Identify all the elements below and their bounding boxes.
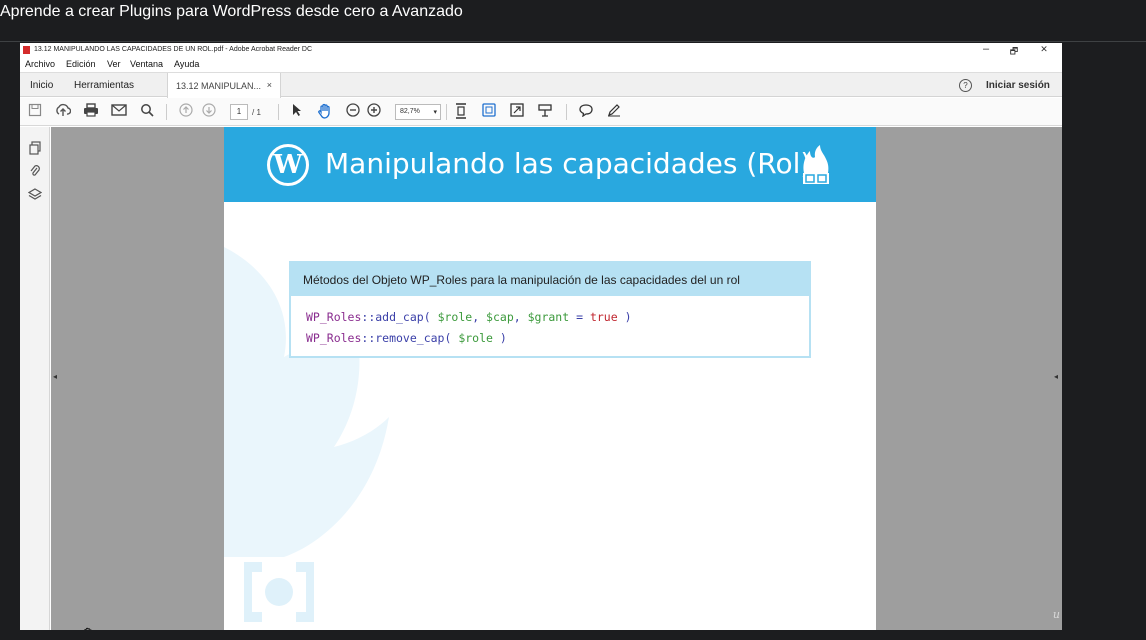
pages-icon[interactable] <box>28 141 42 155</box>
attachment-icon[interactable] <box>28 164 42 178</box>
fit-height-icon[interactable] <box>452 103 470 121</box>
page-total: / 1 <box>252 108 261 117</box>
menu-ayuda[interactable]: Ayuda <box>174 59 199 69</box>
slide-banner: W Manipulando las capacidades (Rol) <box>224 127 876 202</box>
search-icon[interactable] <box>138 103 156 121</box>
zoom-in-icon[interactable] <box>365 103 383 121</box>
layers-icon[interactable] <box>27 188 43 202</box>
toolbar-separator <box>278 104 279 120</box>
scrollbar[interactable]: ◂ <box>1046 127 1062 630</box>
code-class: WP_Roles <box>306 331 362 345</box>
fit-page-icon[interactable] <box>480 103 498 121</box>
left-panel <box>20 127 50 630</box>
page-number-input[interactable]: 1 <box>230 104 248 120</box>
close-button[interactable]: ✕ <box>1034 44 1054 55</box>
wordpress-logo-icon: W <box>267 144 309 186</box>
card-heading: Métodos del Objeto WP_Roles para la mani… <box>291 263 809 296</box>
signin-link[interactable]: Iniciar sesión <box>986 80 1050 91</box>
close-tab-icon[interactable]: × <box>267 80 272 90</box>
toolbar: 1 / 1 82,7% ▾ <box>20 98 1062 126</box>
upload-icon[interactable] <box>54 103 72 121</box>
read-mode-icon[interactable] <box>536 103 554 121</box>
code-method: ::add_cap( <box>361 310 438 324</box>
slide-title: Manipulando las capacidades (Rol) <box>325 147 812 180</box>
menu-edicion[interactable]: Edición <box>66 59 96 69</box>
save-icon[interactable] <box>26 103 44 121</box>
page-down-icon[interactable] <box>200 103 218 121</box>
email-icon[interactable] <box>110 103 128 121</box>
pdf-icon <box>23 46 30 54</box>
print-icon[interactable] <box>82 103 100 121</box>
code-method: ::remove_cap( <box>361 331 459 345</box>
minimize-button[interactable]: – <box>976 43 996 55</box>
toolbar-separator <box>166 104 167 120</box>
page-up-icon[interactable] <box>177 103 195 121</box>
pdf-page: W Manipulando las capacidades (Rol) Méto… <box>224 127 876 630</box>
code-keyword: true <box>589 310 618 324</box>
collapse-left-icon[interactable]: ◂ <box>53 372 57 381</box>
course-title: Aprende a crear Plugins para WordPress d… <box>0 3 463 20</box>
code-close: ) <box>492 331 507 345</box>
code-class: WP_Roles <box>306 310 362 324</box>
select-cursor-icon[interactable] <box>288 103 306 121</box>
hand-icon[interactable] <box>316 103 334 121</box>
code-separator: , <box>513 310 528 324</box>
code-variable: $role <box>437 310 473 324</box>
menu-ventana[interactable]: Ventana <box>130 59 163 69</box>
window-title: 13.12 MANIPULANDO LAS CAPACIDADES DE UN … <box>34 46 313 53</box>
collapse-right-icon[interactable]: ◂ <box>1054 372 1058 381</box>
pen-icon[interactable] <box>605 103 623 121</box>
tab-bar: Inicio Herramientas 13.12 MANIPULAN... ×… <box>20 72 1062 98</box>
code-line: WP_Roles::add_cap( $role, $cap, $grant =… <box>306 307 632 328</box>
code-block: WP_Roles::add_cap( $role, $cap, $grant =… <box>306 307 632 349</box>
code-variable: $grant <box>527 310 570 324</box>
code-variable: $role <box>458 331 493 345</box>
brand-logo-icon <box>803 145 829 184</box>
help-icon[interactable]: ? <box>959 79 972 92</box>
toolbar-separator <box>566 104 567 120</box>
course-header: Aprende a crear Plugins para WordPress d… <box>0 0 1146 42</box>
comment-icon[interactable] <box>577 103 595 121</box>
zoom-value: 82,7% <box>400 108 420 115</box>
hand-cursor-icon <box>81 627 95 630</box>
code-line: WP_Roles::remove_cap( $role ) <box>306 328 632 349</box>
udemy-watermark-icon: u <box>1052 608 1060 621</box>
menu-ver[interactable]: Ver <box>107 59 121 69</box>
code-variable: $cap <box>486 310 514 324</box>
menu-archivo[interactable]: Archivo <box>25 59 55 69</box>
code-card: Métodos del Objeto WP_Roles para la mani… <box>289 261 811 358</box>
code-separator: , <box>472 310 487 324</box>
toolbar-separator <box>446 104 447 120</box>
tab-inicio[interactable]: Inicio <box>30 80 53 91</box>
zoom-out-icon[interactable] <box>344 103 362 121</box>
tab-document[interactable]: 13.12 MANIPULAN... × <box>167 73 281 98</box>
fullscreen-icon[interactable] <box>508 103 526 121</box>
window-titlebar: 13.12 MANIPULANDO LAS CAPACIDADES DE UN … <box>20 43 1062 58</box>
document-tab-label: 13.12 MANIPULAN... <box>176 81 262 91</box>
menu-bar: Archivo Edición Ver Ventana Ayuda <box>20 58 1062 71</box>
video-frame[interactable]: 13.12 MANIPULANDO LAS CAPACIDADES DE UN … <box>20 43 1062 630</box>
zoom-select[interactable]: 82,7% ▾ <box>395 104 441 120</box>
document-viewer[interactable]: ◂ ◂ W Manipulando las capacidades (Rol) <box>51 127 1062 630</box>
chevron-down-icon: ▾ <box>433 109 437 116</box>
code-close: ) <box>617 310 632 324</box>
tab-herramientas[interactable]: Herramientas <box>74 80 134 91</box>
code-operator: = <box>569 310 590 324</box>
